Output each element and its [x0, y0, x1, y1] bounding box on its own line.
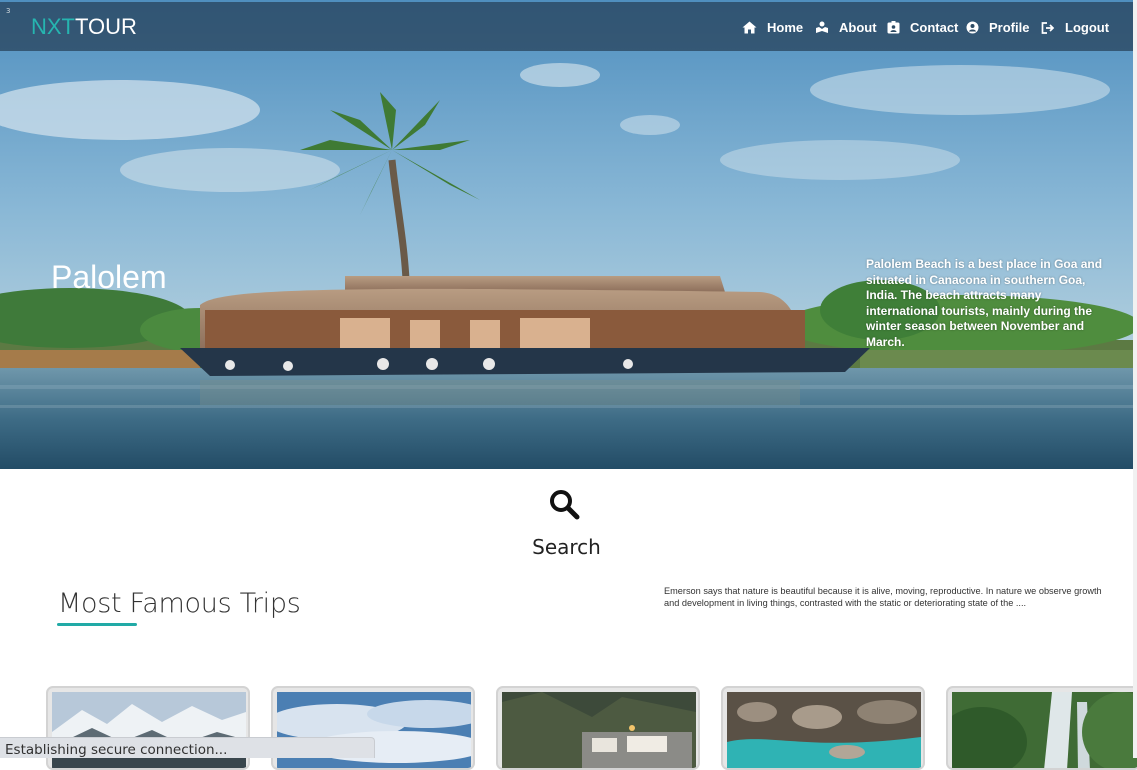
hero-background-image: [0, 0, 1137, 469]
home-icon: [742, 21, 757, 34]
trip-card[interactable]: [946, 686, 1137, 770]
nav-profile-label: Profile: [989, 20, 1030, 35]
section-title-underline: [57, 623, 137, 626]
about-icon: [816, 21, 828, 33]
brand-logo-part2: TOUR: [75, 14, 137, 39]
trip-card[interactable]: [496, 686, 700, 770]
scrollbar[interactable]: [1133, 0, 1137, 758]
nav-about-label: About: [839, 20, 877, 35]
river-rocks-image: [727, 692, 921, 768]
nav-logout-label: Logout: [1065, 20, 1110, 35]
mountain-temple-image: [502, 692, 696, 768]
waterfall-image: [952, 692, 1137, 768]
hero-description: Palolem Beach is a best place in Goa and…: [866, 257, 1103, 349]
nav-profile[interactable]: Profile: [966, 20, 1029, 35]
logout-icon: [1041, 21, 1055, 34]
trip-card[interactable]: [721, 686, 925, 770]
cloudy-sky-image: [277, 692, 471, 768]
search-icon[interactable]: [548, 488, 580, 524]
user-icon: [966, 21, 979, 34]
nav-contact[interactable]: Contact: [887, 20, 958, 35]
brand-logo[interactable]: NXTTOUR: [31, 14, 137, 40]
nav-contact-label: Contact: [910, 20, 959, 35]
contact-card-icon: [887, 21, 900, 34]
section-quote: Emerson says that nature is beautiful be…: [664, 586, 1102, 608]
nav-home-label: Home: [767, 20, 804, 35]
hero-banner: 3 NXTTOUR Home About Contact Profile Log…: [0, 0, 1137, 469]
hero-title: Palolem: [51, 259, 167, 295]
search-label[interactable]: Search: [0, 535, 1133, 559]
nav-about[interactable]: About: [815, 20, 877, 35]
status-bar: Establishing secure connection...: [0, 737, 375, 758]
nav-home[interactable]: Home: [742, 20, 803, 35]
navbar: 3 NXTTOUR Home About Contact Profile Log…: [0, 2, 1133, 51]
snowy-mountain-image: [52, 692, 246, 768]
corner-mark: 3: [6, 7, 11, 15]
brand-logo-part1: NXT: [31, 14, 75, 39]
nav-logout[interactable]: Logout: [1041, 20, 1109, 35]
section-title: Most Famous Trips: [58, 588, 301, 619]
